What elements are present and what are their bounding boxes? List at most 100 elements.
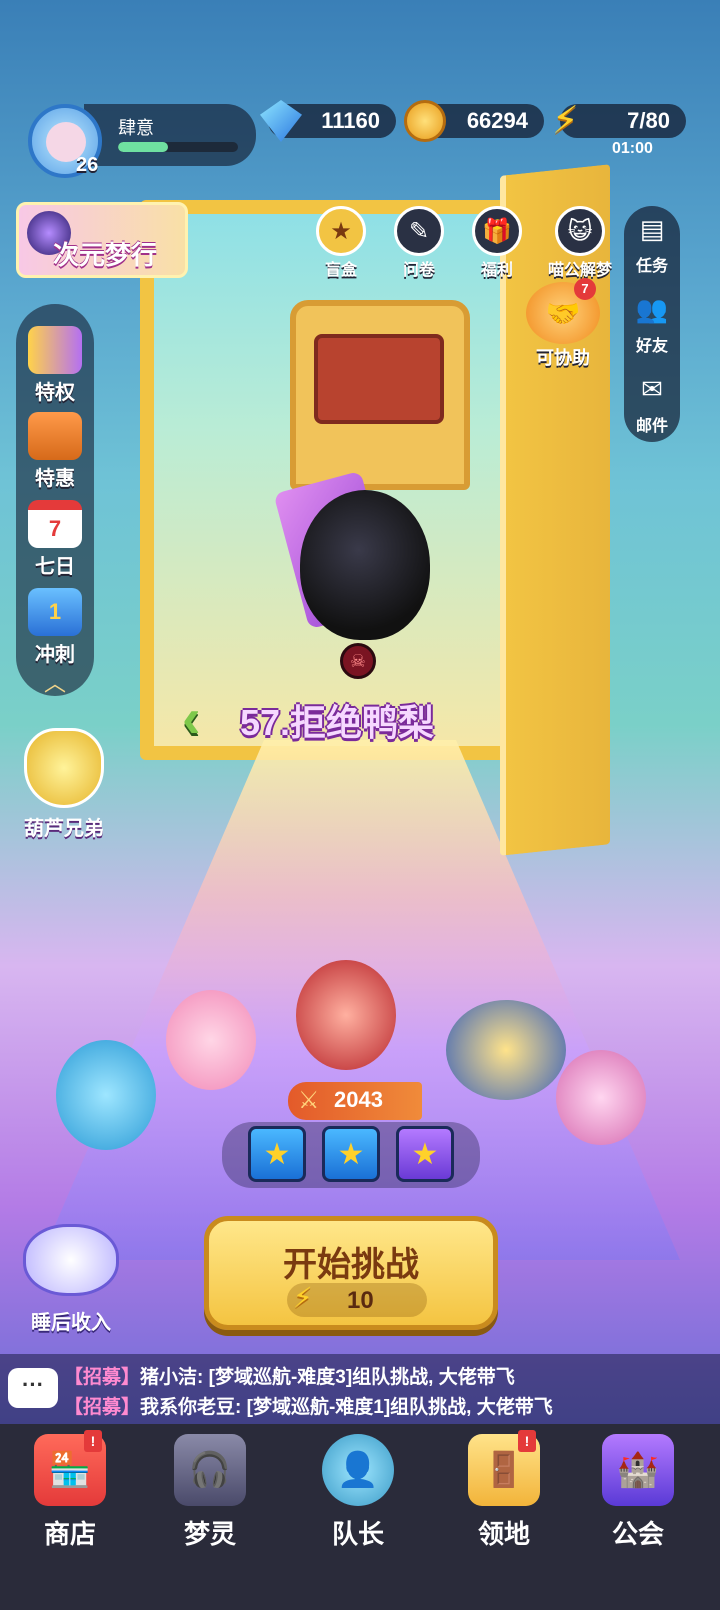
gourd-icon: [24, 728, 104, 808]
energy-icon: ⚡: [552, 100, 579, 142]
skull-icon: ☠: [340, 643, 376, 679]
survey-icon: ✎: [394, 206, 444, 256]
top-item-welfare[interactable]: 🎁 福利: [462, 206, 532, 280]
hero-shield-knight[interactable]: [446, 1000, 566, 1100]
boss-monster[interactable]: [300, 490, 430, 640]
right-item-mail[interactable]: ✉ 邮件: [624, 374, 680, 436]
star-chest-icon[interactable]: ★: [396, 1126, 454, 1182]
nav-label: 领地: [477, 1519, 530, 1549]
arcade-machine: [290, 300, 470, 490]
chat-tag: 【招募】: [64, 1397, 141, 1418]
left-item-seven-day[interactable]: 7 七日: [16, 500, 94, 579]
sleep-income-button[interactable]: 睡后收入: [6, 1224, 136, 1342]
gourd-label: 葫芦兄弟: [24, 818, 104, 840]
top-item-label: 福利: [480, 262, 513, 279]
stage-title: 57.拒绝鸭梨: [240, 702, 435, 743]
chevron-up-icon[interactable]: ︿: [38, 666, 72, 696]
friends-icon: 👥: [635, 294, 669, 324]
chat-text: 猪小洁: [梦域巡航-难度3]组队挑战, 大佬带飞: [140, 1367, 515, 1388]
nav-captain[interactable]: 👤 队长: [298, 1434, 418, 1551]
top-item-label: 盲盒: [324, 262, 357, 279]
top-item-survey[interactable]: ✎ 问卷: [384, 206, 454, 280]
left-item-sprint[interactable]: 1 冲刺: [16, 588, 94, 667]
gem-counter[interactable]: 11160: [260, 100, 396, 142]
energy-cost: ⚡ 10: [287, 1282, 427, 1317]
gem-value: 11160: [321, 108, 380, 133]
chat-line: 【招募】猪小洁: [梦域巡航-难度3]组队挑战, 大佬带飞: [64, 1362, 515, 1389]
privilege-card-icon: [28, 326, 82, 374]
blind-box-icon: ★: [316, 206, 366, 256]
nav-guild[interactable]: 🏰 公会: [578, 1434, 698, 1551]
player-level: 26: [76, 154, 99, 176]
start-challenge-button[interactable]: 开始挑战 ⚡ 10: [204, 1216, 498, 1330]
top-item-blind-box[interactable]: ★ 盲盒: [306, 206, 376, 280]
team-power-badge: ⚔ 2043: [288, 1082, 422, 1120]
nav-label: 队长: [331, 1519, 384, 1549]
hero-spider-girl[interactable]: [556, 1050, 646, 1145]
left-item-label: 冲刺: [35, 644, 75, 666]
left-item-label: 七日: [35, 556, 75, 578]
energy-timer: 01:00: [612, 140, 653, 157]
cat-dream-icon: 😺: [555, 206, 605, 256]
mail-icon: ✉: [641, 374, 663, 404]
xp-fill: [118, 142, 169, 152]
chat-line: 【招募】我系你老豆: [梦域巡航-难度1]组队挑战, 大佬带飞: [64, 1392, 553, 1419]
nav-badge: !: [84, 1430, 102, 1452]
right-item-label: 任务: [635, 258, 668, 275]
star-chest-icon[interactable]: ★: [248, 1126, 306, 1182]
hero-vr-girl[interactable]: [166, 990, 256, 1090]
assist-button[interactable]: 🤝 可协助 7: [518, 278, 608, 368]
captain-icon: 👤: [322, 1434, 394, 1506]
assist-label: 可协助: [536, 348, 590, 368]
event-banner-label: 次元梦行: [53, 240, 158, 270]
right-item-label: 好友: [635, 338, 668, 355]
coin-counter[interactable]: 66294: [404, 100, 544, 142]
sleep-income-label: 睡后收入: [31, 1312, 111, 1334]
event-banner[interactable]: 次元梦行: [16, 202, 188, 278]
dream-spirit-icon: 🎧: [174, 1434, 246, 1506]
nav-territory[interactable]: 🚪 ! 领地: [444, 1430, 564, 1551]
welfare-gift-icon: 🎁: [472, 206, 522, 256]
nav-label: 商店: [43, 1519, 96, 1549]
nav-shop[interactable]: 🏪 ! 商店: [10, 1430, 130, 1551]
coin-icon: [404, 100, 446, 142]
left-item-discount[interactable]: 特惠: [16, 412, 94, 491]
energy-icon: ⚡: [293, 1282, 313, 1313]
nav-badge: !: [518, 1430, 536, 1452]
start-challenge-label: 开始挑战: [283, 1246, 419, 1284]
star-chest-icon[interactable]: ★: [322, 1126, 380, 1182]
sleeping-sheep-icon: [23, 1224, 119, 1296]
energy-value: 7/80: [627, 108, 670, 133]
task-icon: ▤: [639, 214, 665, 244]
gift-box-icon: [28, 412, 82, 460]
calendar-icon: 7: [28, 500, 82, 548]
right-item-task[interactable]: ▤ 任务: [624, 214, 680, 276]
top-item-label: 问卷: [402, 262, 435, 279]
assist-badge: 7: [574, 278, 596, 300]
chat-text: 我系你老豆: [梦域巡航-难度1]组队挑战, 大佬带飞: [140, 1397, 553, 1418]
right-item-friends[interactable]: 👥 好友: [624, 294, 680, 356]
gourd-brothers-button[interactable]: 葫芦兄弟: [14, 728, 114, 840]
coin-value: 66294: [466, 108, 528, 133]
profile-panel[interactable]: [84, 104, 256, 166]
chat-ticker[interactable]: ··· 【招募】猪小洁: [梦域巡航-难度3]组队挑战, 大佬带飞 【招募】我系…: [0, 1354, 720, 1424]
xp-bar: [118, 142, 238, 152]
player-name: 肆意: [118, 118, 154, 138]
guild-icon: 🏰: [602, 1434, 674, 1506]
chat-bubble-icon[interactable]: ···: [8, 1368, 58, 1408]
team-power-value: 2043: [334, 1087, 383, 1112]
left-item-label: 特惠: [35, 468, 75, 490]
nav-dream-spirit[interactable]: 🎧 梦灵: [150, 1434, 270, 1551]
energy-counter[interactable]: ⚡ 7/80: [552, 100, 686, 142]
right-item-label: 邮件: [635, 418, 668, 435]
sprint-medal-icon: 1: [28, 588, 82, 636]
top-item-label: 喵公解梦: [547, 262, 612, 279]
top-item-cat-dream[interactable]: 😺 喵公解梦: [540, 206, 620, 280]
prev-stage-arrow-icon[interactable]: ‹: [182, 690, 222, 750]
nav-label: 公会: [611, 1519, 664, 1549]
chat-tag: 【招募】: [64, 1367, 141, 1388]
arcade-screen: [314, 334, 444, 424]
left-item-privilege[interactable]: 特权: [16, 326, 94, 405]
hero-genie[interactable]: [56, 1040, 156, 1150]
hero-opera-warrior[interactable]: [296, 960, 396, 1070]
